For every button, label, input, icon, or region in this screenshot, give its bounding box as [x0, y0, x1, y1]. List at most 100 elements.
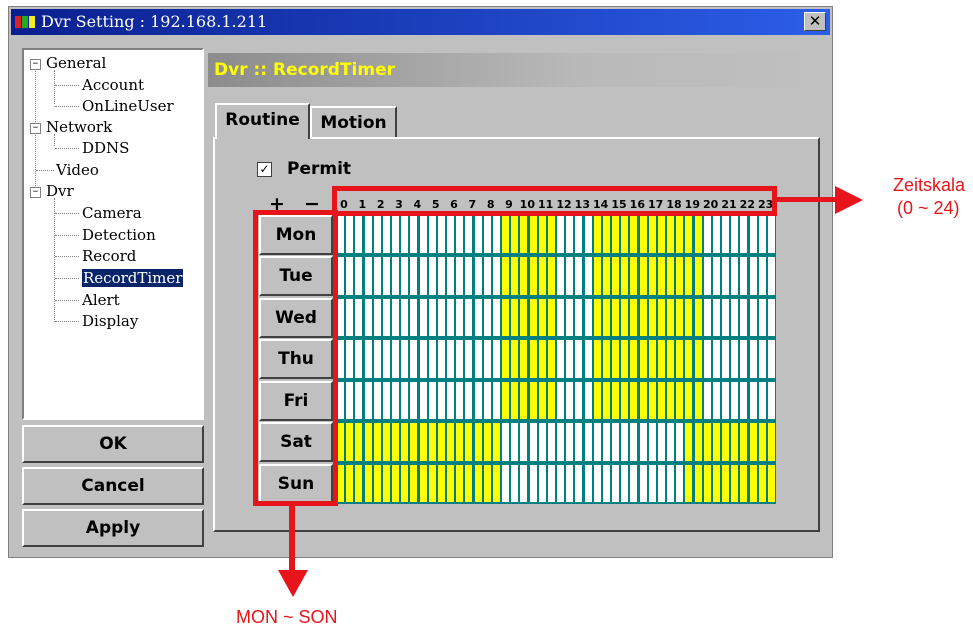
- schedule-slot[interactable]: [465, 464, 473, 502]
- schedule-slot[interactable]: [511, 464, 519, 502]
- tree-item-dvr[interactable]: Dvr: [46, 181, 74, 201]
- schedule-slot[interactable]: [511, 340, 519, 378]
- tree-item-onlineuser[interactable]: OnLineUser: [82, 96, 174, 116]
- schedule-slot[interactable]: [712, 381, 720, 420]
- schedule-slot[interactable]: [437, 216, 445, 254]
- schedule-slot[interactable]: [602, 464, 610, 502]
- cancel-button[interactable]: Cancel: [22, 467, 204, 505]
- schedule-slot[interactable]: [648, 216, 656, 254]
- schedule-slot[interactable]: [529, 381, 537, 420]
- schedule-slot[interactable]: [373, 464, 381, 502]
- schedule-slot[interactable]: [355, 464, 363, 502]
- schedule-slot[interactable]: [621, 340, 629, 378]
- schedule-slot[interactable]: [657, 464, 665, 502]
- schedule-slot[interactable]: [575, 216, 583, 254]
- schedule-slot[interactable]: [364, 216, 372, 254]
- schedule-slot[interactable]: [492, 298, 500, 337]
- schedule-slot[interactable]: [382, 257, 390, 295]
- schedule-slot[interactable]: [392, 423, 400, 461]
- schedule-slot[interactable]: [447, 381, 455, 420]
- schedule-slot[interactable]: [337, 381, 345, 420]
- schedule-slot[interactable]: [346, 464, 354, 502]
- schedule-slot[interactable]: [392, 464, 400, 502]
- schedule-slot[interactable]: [731, 464, 739, 502]
- schedule-slot[interactable]: [602, 423, 610, 461]
- schedule-slot[interactable]: [447, 340, 455, 378]
- schedule-slot[interactable]: [639, 340, 647, 378]
- schedule-slot[interactable]: [612, 464, 620, 502]
- schedule-slot[interactable]: [685, 381, 693, 420]
- schedule-slot[interactable]: [364, 298, 372, 337]
- schedule-slot[interactable]: [703, 423, 711, 461]
- tree-item-general[interactable]: General: [46, 53, 106, 73]
- schedule-slot[interactable]: [630, 216, 638, 254]
- schedule-slot[interactable]: [676, 381, 684, 420]
- schedule-slot[interactable]: [456, 216, 464, 254]
- schedule-slot[interactable]: [410, 216, 418, 254]
- schedule-slot[interactable]: [566, 257, 574, 295]
- schedule-slot[interactable]: [337, 340, 345, 378]
- schedule-slot[interactable]: [547, 381, 555, 420]
- tree-item-camera[interactable]: Camera: [82, 203, 142, 223]
- schedule-slot[interactable]: [676, 216, 684, 254]
- schedule-slot[interactable]: [456, 423, 464, 461]
- schedule-slot[interactable]: [722, 298, 730, 337]
- schedule-slot[interactable]: [602, 340, 610, 378]
- schedule-slot[interactable]: [584, 340, 592, 378]
- schedule-slot[interactable]: [520, 381, 528, 420]
- schedule-slot[interactable]: [364, 464, 372, 502]
- schedule-slot[interactable]: [428, 464, 436, 502]
- schedule-slot[interactable]: [749, 257, 757, 295]
- schedule-slot[interactable]: [511, 298, 519, 337]
- schedule-slot[interactable]: [373, 340, 381, 378]
- schedule-slot[interactable]: [355, 381, 363, 420]
- schedule-slot[interactable]: [584, 423, 592, 461]
- schedule-slot[interactable]: [483, 298, 491, 337]
- tree-item-video[interactable]: Video: [56, 160, 99, 180]
- schedule-slot[interactable]: [767, 298, 775, 337]
- schedule-slot[interactable]: [557, 257, 565, 295]
- schedule-slot[interactable]: [648, 340, 656, 378]
- schedule-slot[interactable]: [694, 381, 702, 420]
- schedule-slot[interactable]: [511, 216, 519, 254]
- schedule-slot[interactable]: [767, 423, 775, 461]
- schedule-slot[interactable]: [520, 257, 528, 295]
- schedule-slot[interactable]: [364, 340, 372, 378]
- schedule-slot[interactable]: [557, 423, 565, 461]
- schedule-slot[interactable]: [694, 340, 702, 378]
- schedule-slot[interactable]: [401, 298, 409, 337]
- schedule-slot[interactable]: [401, 216, 409, 254]
- schedule-slot[interactable]: [630, 298, 638, 337]
- schedule-slot[interactable]: [712, 298, 720, 337]
- schedule-slot[interactable]: [657, 381, 665, 420]
- schedule-slot[interactable]: [547, 423, 555, 461]
- schedule-slot[interactable]: [529, 257, 537, 295]
- schedule-slot[interactable]: [465, 216, 473, 254]
- schedule-slot[interactable]: [355, 257, 363, 295]
- schedule-slot[interactable]: [749, 216, 757, 254]
- schedule-slot[interactable]: [520, 464, 528, 502]
- schedule-slot[interactable]: [694, 257, 702, 295]
- schedule-slot[interactable]: [419, 464, 427, 502]
- tree-item-alert[interactable]: Alert: [82, 290, 120, 310]
- schedule-slot[interactable]: [465, 381, 473, 420]
- schedule-slot[interactable]: [492, 340, 500, 378]
- schedule-slot[interactable]: [612, 340, 620, 378]
- schedule-slot[interactable]: [502, 381, 510, 420]
- schedule-slot[interactable]: [648, 464, 656, 502]
- schedule-slot[interactable]: [593, 298, 601, 337]
- schedule-slot[interactable]: [392, 257, 400, 295]
- collapse-icon[interactable]: −: [30, 123, 41, 134]
- schedule-slot[interactable]: [575, 298, 583, 337]
- schedule-slot[interactable]: [428, 423, 436, 461]
- schedule-slot[interactable]: [657, 340, 665, 378]
- schedule-slot[interactable]: [511, 381, 519, 420]
- schedule-slot[interactable]: [492, 423, 500, 461]
- schedule-slot[interactable]: [474, 464, 482, 502]
- schedule-slot[interactable]: [749, 298, 757, 337]
- schedule-slot[interactable]: [529, 464, 537, 502]
- schedule-slot[interactable]: [712, 464, 720, 502]
- tree-item-account[interactable]: Account: [82, 75, 144, 95]
- schedule-slot[interactable]: [529, 340, 537, 378]
- schedule-slot[interactable]: [364, 257, 372, 295]
